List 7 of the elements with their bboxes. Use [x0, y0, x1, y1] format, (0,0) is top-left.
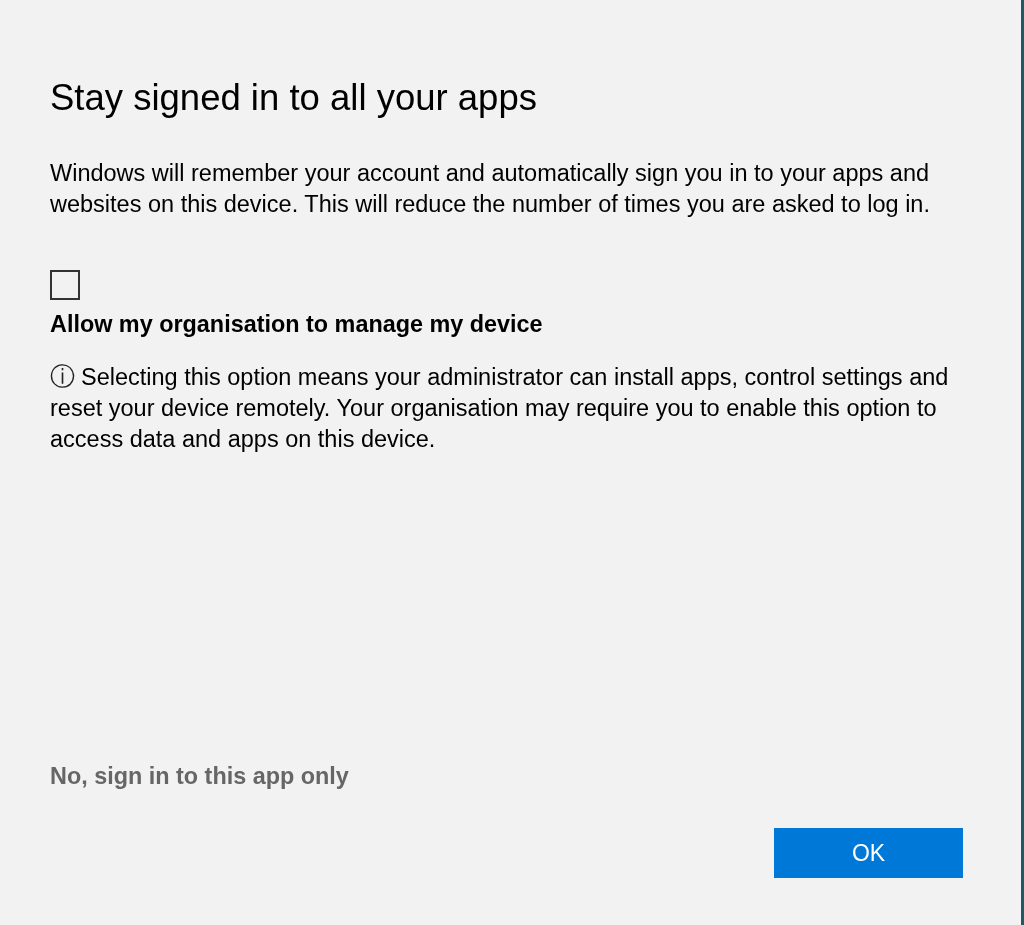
description-text: Windows will remember your account and automatically sign you in to your apps and websites on this device. This will reduce the number of times you are asked to log in.: [50, 159, 931, 219]
ok-button[interactable]: OK: [774, 828, 963, 878]
checkbox-label[interactable]: Allow my organisation to manage my device: [50, 310, 543, 338]
dialog-title: Stay signed in to all your apps: [50, 78, 537, 118]
info-text: ⓘ Selecting this option means your administrator can install apps, control settings and reset your device remotely. Your organisation may require you to enable this option to access data and apps on this device.: [50, 362, 950, 454]
sign-in-this-app-only-link[interactable]: No, sign in to this app only: [50, 762, 349, 790]
checkbox[interactable]: [50, 270, 80, 300]
